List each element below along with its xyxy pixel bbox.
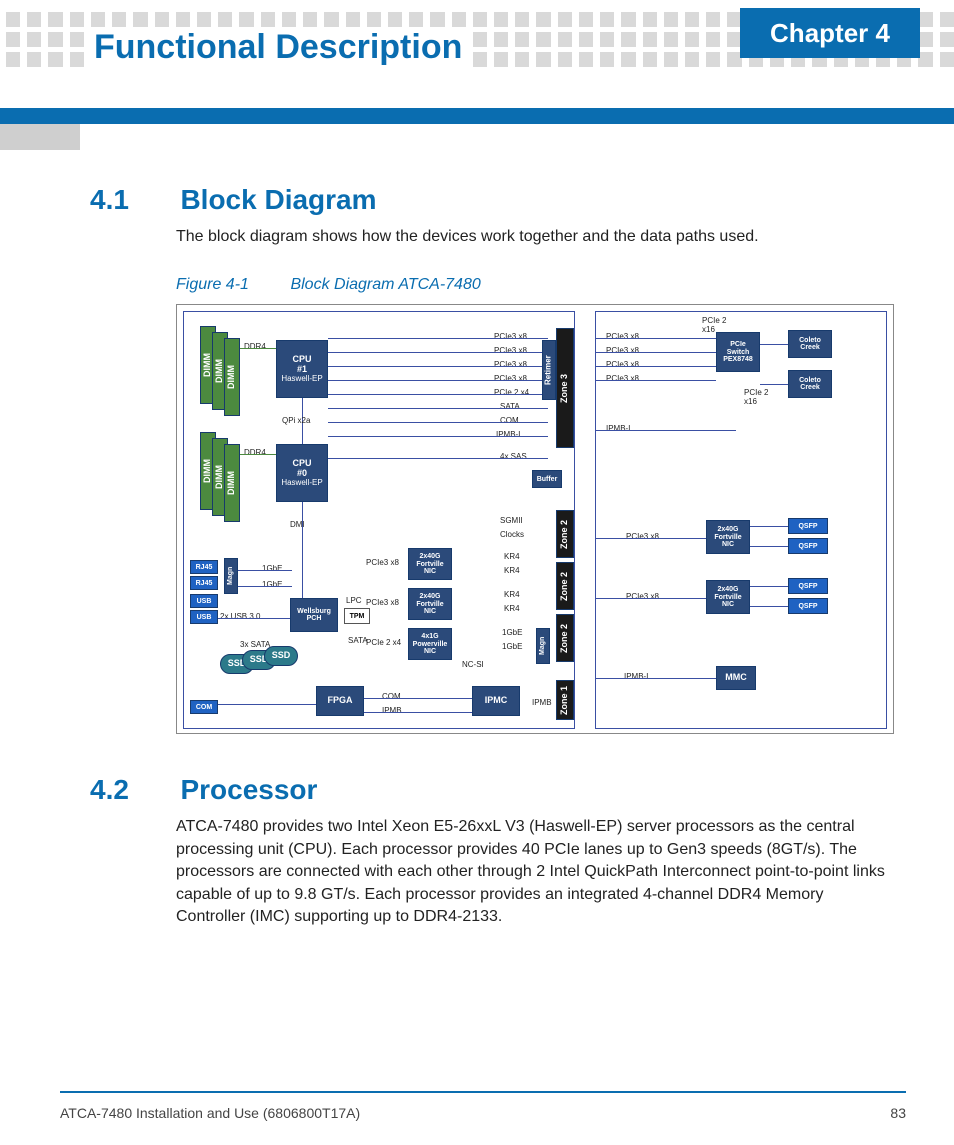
- fortville-nic: 2x40G Fortville NIC: [706, 580, 750, 614]
- block-diagram: DIMM DIMM DIMM DDR4 DIMM DIMM DIMM DDR4 …: [176, 304, 894, 734]
- rj45-port: RJ45: [190, 560, 218, 574]
- bus-label: LPC: [346, 596, 362, 605]
- bus-label: PCIe 2 x4: [366, 638, 401, 647]
- section-title: Block Diagram: [180, 184, 376, 216]
- bus-label: 2x USB 3.0: [220, 612, 260, 621]
- bus-label: IPMB-L: [624, 672, 651, 681]
- page-title: Functional Description: [88, 28, 468, 67]
- com-port: COM: [190, 700, 218, 714]
- bus-label: PCIe 2 x4: [494, 388, 529, 397]
- diagram-left-panel: DIMM DIMM DIMM DDR4 DIMM DIMM DIMM DDR4 …: [183, 311, 575, 729]
- bus-label: 1GbE: [262, 564, 282, 573]
- section-text: ATCA-7480 provides two Intel Xeon E5-26x…: [176, 816, 894, 928]
- coleto-block: Coleto Creek: [788, 330, 832, 358]
- bus-label: Clocks: [500, 530, 524, 539]
- qsfp-port: QSFP: [788, 578, 828, 594]
- zone3-block: Zone 3: [556, 328, 574, 448]
- zone2-block: Zone 2: [556, 562, 574, 610]
- footer-page-number: 83: [890, 1105, 906, 1121]
- section-4-1: 4.1 Block Diagram The block diagram show…: [90, 184, 894, 734]
- bus-label: KR4: [504, 566, 520, 575]
- bus-label: PCIe3 x8: [494, 360, 527, 369]
- bus-label: IPMB: [532, 698, 552, 707]
- bus-label: PCIe3 x8: [606, 332, 639, 341]
- fortville-nic: 2x40G Fortville NIC: [408, 588, 452, 620]
- ipmc-block: IPMC: [472, 686, 520, 716]
- bus-label: QPi x2a: [282, 416, 310, 425]
- usb-port: USB: [190, 594, 218, 608]
- zone2-block: Zone 2: [556, 614, 574, 662]
- figure-label: Figure 4-1: [176, 276, 286, 294]
- bus-label: KR4: [504, 590, 520, 599]
- bus-label: PCIe3 x8: [606, 360, 639, 369]
- pch-block: Wellsburg PCH: [290, 598, 338, 632]
- zone2-block: Zone 2: [556, 510, 574, 558]
- bus-label: SATA: [348, 636, 368, 645]
- bus-label: DDR4: [244, 342, 266, 351]
- buffer-block: Buffer: [532, 470, 562, 488]
- bus-label: PCIe3 x8: [494, 332, 527, 341]
- qsfp-port: QSFP: [788, 598, 828, 614]
- bus-label: PCIe3 x8: [606, 346, 639, 355]
- bus-label: COM: [500, 416, 519, 425]
- section-text: The block diagram shows how the devices …: [176, 226, 894, 248]
- bus-label: 1GbE: [502, 628, 522, 637]
- figure-title: Block Diagram ATCA-7480: [290, 276, 480, 293]
- cpu0-block: CPU #0 Haswell-EP: [276, 444, 328, 502]
- header-blue-bar: [0, 108, 954, 124]
- coleto-block: Coleto Creek: [788, 370, 832, 398]
- bus-label: IPMB: [382, 706, 402, 715]
- rj45-port: RJ45: [190, 576, 218, 590]
- bus-label: KR4: [504, 552, 520, 561]
- qsfp-port: QSFP: [788, 538, 828, 554]
- bus-label: PCIe3 x8: [626, 592, 659, 601]
- header-grey-stub: [0, 124, 80, 150]
- footer: ATCA-7480 Installation and Use (6806800T…: [60, 1105, 906, 1121]
- qsfp-port: QSFP: [788, 518, 828, 534]
- bus-label: PCIe3 x8: [494, 374, 527, 383]
- footer-doc-title: ATCA-7480 Installation and Use (6806800T…: [60, 1105, 360, 1121]
- tpm-block: TPM: [344, 608, 370, 624]
- magn-block: Magn: [224, 558, 238, 594]
- bus-label: IPMB-L: [496, 430, 523, 439]
- mmc-block: MMC: [716, 666, 756, 690]
- bus-label: COM: [382, 692, 401, 701]
- fortville-nic: 2x40G Fortville NIC: [408, 548, 452, 580]
- section-4-2: 4.2 Processor ATCA-7480 provides two Int…: [90, 774, 894, 928]
- powerville-nic: 4x1G Powerville NIC: [408, 628, 452, 660]
- zone1-block: Zone 1: [556, 680, 574, 720]
- cpu1-block: CPU #1 Haswell-EP: [276, 340, 328, 398]
- fpga-block: FPGA: [316, 686, 364, 716]
- usb-port: USB: [190, 610, 218, 624]
- section-title: Processor: [180, 774, 317, 806]
- dimm-block: DIMM: [224, 338, 240, 416]
- ssd-block: SSD: [264, 646, 298, 666]
- retimer-block: Retimer: [542, 340, 556, 400]
- bus-label: PCIe3 x8: [366, 598, 399, 607]
- bus-label: PCIe3 x8: [606, 374, 639, 383]
- diagram-right-panel: PCIe3 x8 PCIe3 x8 PCIe3 x8 PCIe3 x8 IPMB…: [595, 311, 887, 729]
- bus-label: 4x SAS: [500, 452, 527, 461]
- bus-label: PCIe3 x8: [626, 532, 659, 541]
- pex-switch: PCIe Switch PEX8748: [716, 332, 760, 372]
- section-number: 4.2: [90, 774, 176, 806]
- bus-label: PCIe3 x8: [494, 346, 527, 355]
- bus-label: 1GbE: [262, 580, 282, 589]
- bus-label: 1GbE: [502, 642, 522, 651]
- bus-label: KR4: [504, 604, 520, 613]
- bus-label: PCIe3 x8: [366, 558, 399, 567]
- bus-label: IPMB-L: [606, 424, 633, 433]
- bus-label: SATA: [500, 402, 520, 411]
- bus-label: DDR4: [244, 448, 266, 457]
- bus-label: PCIe 2 x16: [744, 388, 768, 406]
- bus-label: NC-SI: [462, 660, 484, 669]
- dimm-block: DIMM: [224, 444, 240, 522]
- figure-caption: Figure 4-1 Block Diagram ATCA-7480: [176, 276, 894, 294]
- bus-label: SGMII: [500, 516, 523, 525]
- magn-block: Magn: [536, 628, 550, 664]
- section-number: 4.1: [90, 184, 176, 216]
- footer-rule: [60, 1091, 906, 1093]
- chapter-tab: Chapter 4: [740, 8, 920, 58]
- fortville-nic: 2x40G Fortville NIC: [706, 520, 750, 554]
